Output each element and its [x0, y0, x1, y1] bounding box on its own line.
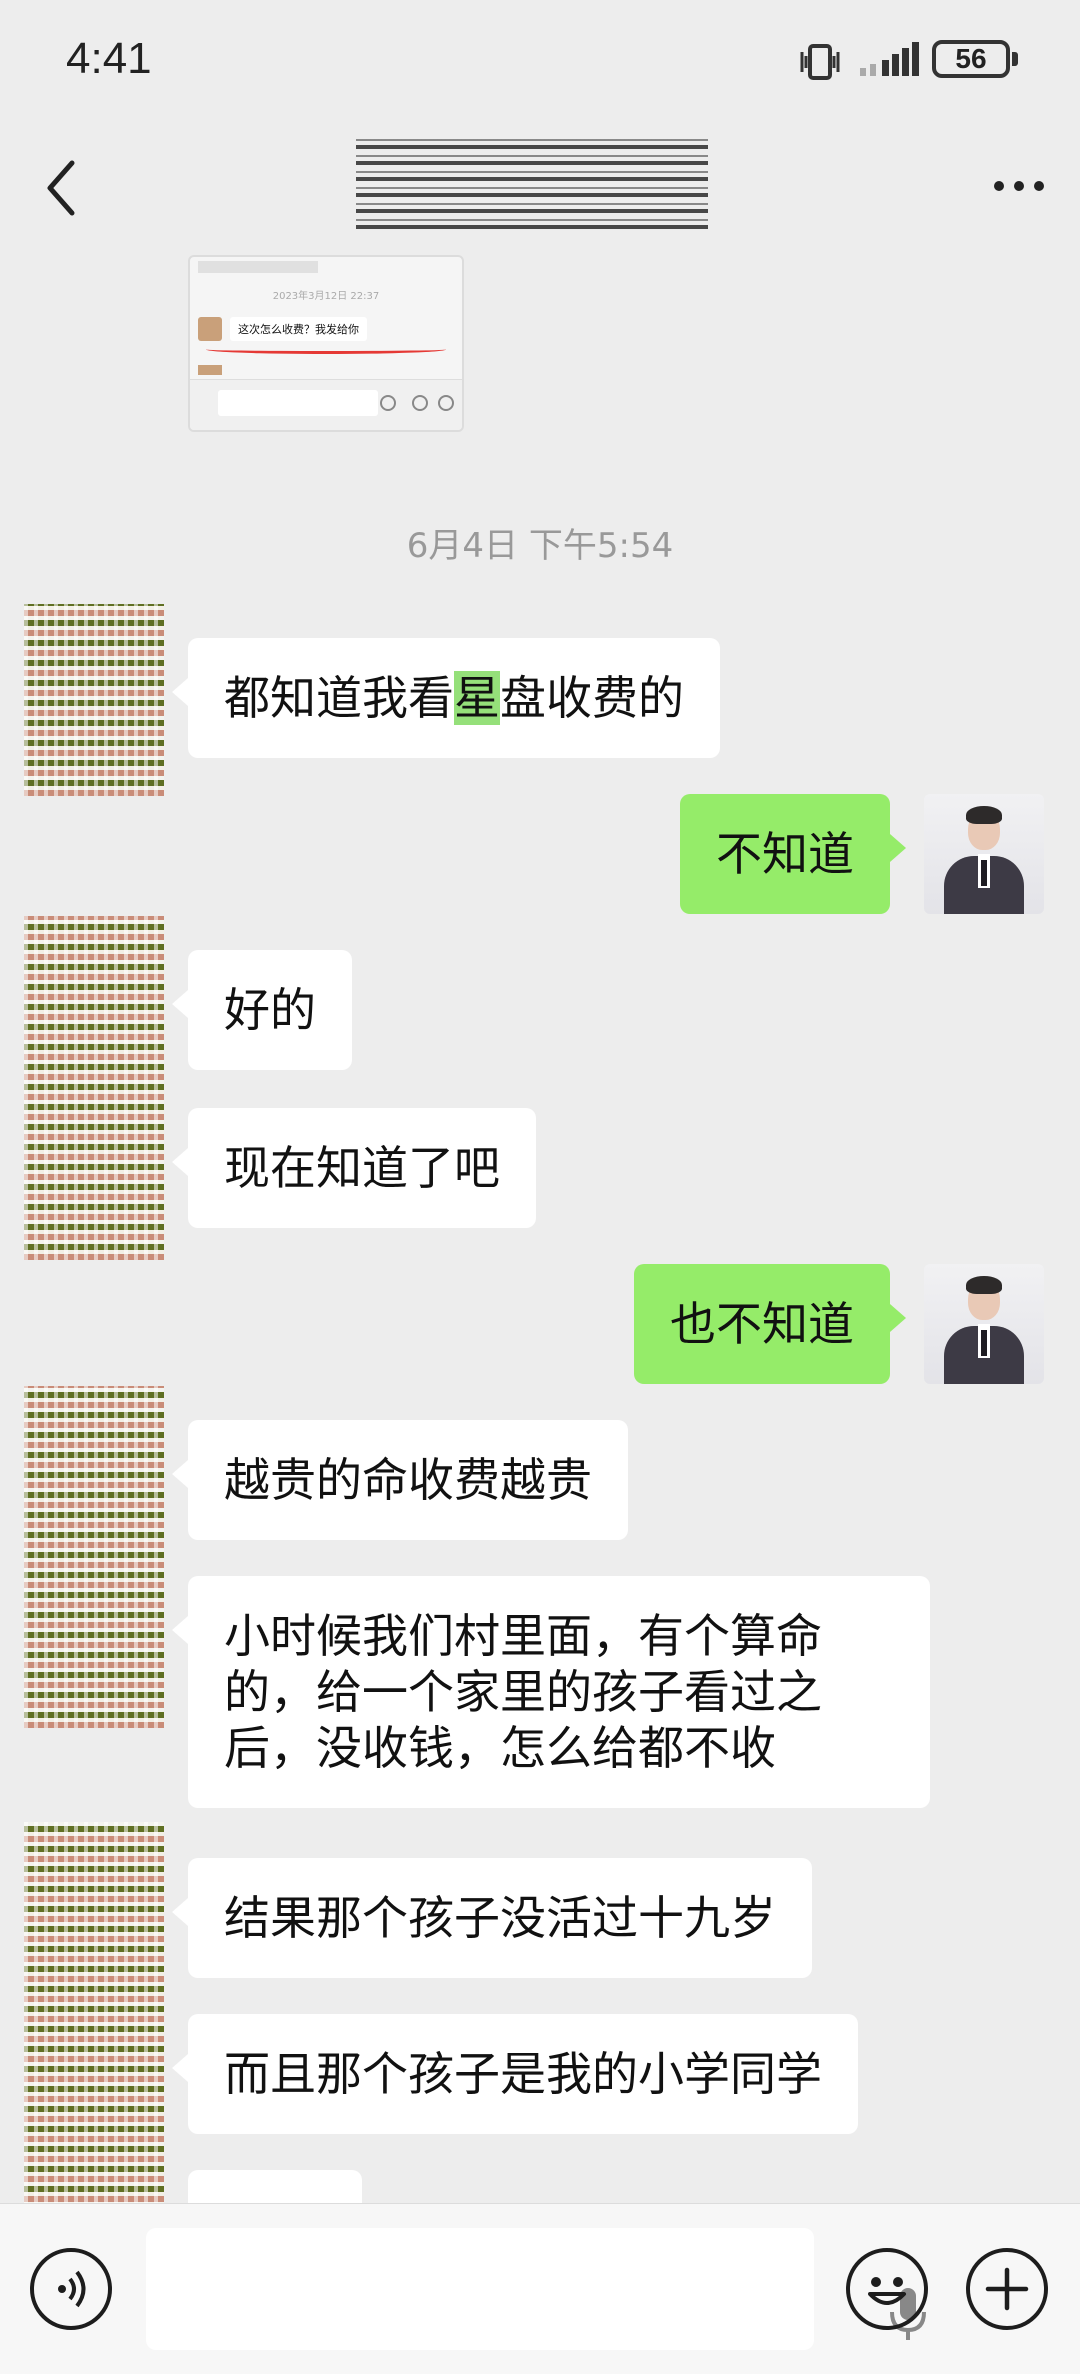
vibrate-icon: [798, 42, 842, 86]
chat-header: [0, 125, 1080, 245]
message-bubble-received[interactable]: 小时候我们村里面，有个算命的，给一个家里的孩子看过之后，没收钱，怎么给都不收: [172, 1576, 930, 1808]
voice-input-button[interactable]: [30, 2248, 112, 2330]
dot-icon: [994, 181, 1004, 191]
message-bubble-received[interactable]: 而且那个孩子是我的小学同学: [172, 2014, 858, 2134]
battery-icon: 56: [932, 40, 1018, 78]
battery-level: 56: [932, 40, 1010, 78]
message-input[interactable]: [146, 2228, 926, 2350]
contact-avatar[interactable]: [24, 604, 164, 796]
emoji-icon: [868, 2277, 906, 2305]
message-bubble-sent[interactable]: 不知道: [680, 794, 906, 914]
message-bubble-received[interactable]: 现在知道了吧: [172, 1108, 536, 1228]
plus-icon: [985, 2267, 1029, 2311]
contact-avatar[interactable]: [24, 916, 164, 1260]
time-divider: 6月4日 下午5:54: [406, 526, 674, 566]
dot-icon: [1034, 181, 1044, 191]
thumbnail-message: 这次怎么收费？我发给你: [230, 317, 367, 341]
contact-avatar[interactable]: [24, 1386, 164, 1728]
back-button[interactable]: [38, 155, 88, 225]
more-options-button[interactable]: [994, 181, 1044, 191]
message-bubble-received[interactable]: 都知道我看星盘收费的: [172, 638, 720, 758]
signal-icon: [858, 40, 922, 84]
image-message[interactable]: 2023年3月12日 22:37 这次怎么收费？我发给你: [188, 255, 464, 432]
contact-avatar[interactable]: [24, 1822, 164, 2222]
dot-icon: [1014, 181, 1024, 191]
status-bar: 4:41 56: [0, 0, 1080, 125]
message-bubble-received[interactable]: 好的: [172, 950, 352, 1070]
input-bar: [0, 2203, 1080, 2374]
message-bubble-sent[interactable]: 也不知道: [634, 1264, 906, 1384]
message-bubble-received[interactable]: 越贵的命收费越贵: [172, 1420, 628, 1540]
contact-name: [356, 135, 708, 235]
voice-icon: [58, 2270, 86, 2308]
emoji-button[interactable]: [846, 2248, 928, 2330]
selected-text: 星: [454, 671, 500, 725]
more-functions-button[interactable]: [966, 2248, 1048, 2330]
user-avatar[interactable]: [924, 1264, 1044, 1384]
status-time: 4:41: [66, 34, 152, 83]
message-bubble-received[interactable]: 结果那个孩子没活过十九岁: [172, 1858, 812, 1978]
user-avatar[interactable]: [924, 794, 1044, 914]
thumbnail-timestamp: 2023年3月12日 22:37: [272, 291, 380, 302]
chevron-left-icon: [47, 160, 75, 216]
